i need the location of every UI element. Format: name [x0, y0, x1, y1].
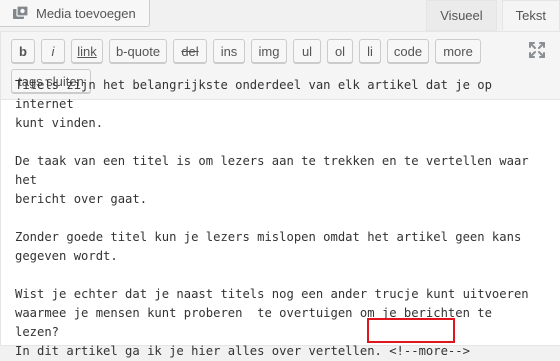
more-tag-highlight [367, 318, 455, 343]
link-button[interactable]: link [71, 39, 103, 63]
tab-text-label: Tekst [515, 8, 546, 23]
ins-button[interactable]: ins [213, 39, 245, 63]
add-media-label: Media toevoegen [36, 5, 136, 21]
more-button-label: more [443, 43, 473, 59]
expand-icon[interactable] [528, 41, 546, 59]
li-button[interactable]: li [359, 39, 381, 63]
bold-button-label: b [19, 43, 27, 59]
ul-button[interactable]: ul [293, 39, 321, 63]
del-button[interactable]: del [173, 39, 207, 63]
paragraph: Zonder goede titel kun je lezers mislope… [15, 230, 522, 263]
ol-button-label: ol [334, 43, 346, 59]
code-button-label: code [393, 43, 423, 59]
add-media-button[interactable]: Media toevoegen [0, 0, 150, 27]
ins-button-label: ins [220, 43, 238, 59]
italic-button[interactable]: i [41, 39, 65, 63]
link-button-label: link [77, 43, 97, 59]
ol-button[interactable]: ol [327, 39, 353, 63]
paragraph: De taak van een titel is om lezers aan t… [15, 154, 529, 206]
del-button-label: del [181, 43, 199, 59]
bold-button[interactable]: b [11, 39, 35, 63]
tab-visual-label: Visueel [440, 8, 483, 23]
blockquote-button-label: b-quote [115, 43, 161, 59]
media-icon [13, 5, 29, 19]
img-button[interactable]: img [251, 39, 287, 63]
paragraph: Titels zijn het belangrijkste onderdeel … [15, 78, 492, 130]
li-button-label: li [367, 43, 373, 59]
tab-text[interactable]: Tekst [501, 0, 560, 31]
code-button[interactable]: code [387, 39, 429, 63]
tab-visual[interactable]: Visueel [426, 0, 497, 31]
editor-textarea[interactable]: Titels zijn het belangrijkste onderdeel … [15, 76, 540, 361]
ul-button-label: ul [301, 43, 313, 59]
editor-tabs: Visueel Tekst [421, 0, 560, 31]
img-button-label: img [258, 43, 280, 59]
blockquote-button[interactable]: b-quote [109, 39, 167, 63]
italic-button-label: i [51, 43, 55, 59]
more-tag: <!--more--> [389, 344, 470, 358]
more-button[interactable]: more [435, 39, 481, 63]
